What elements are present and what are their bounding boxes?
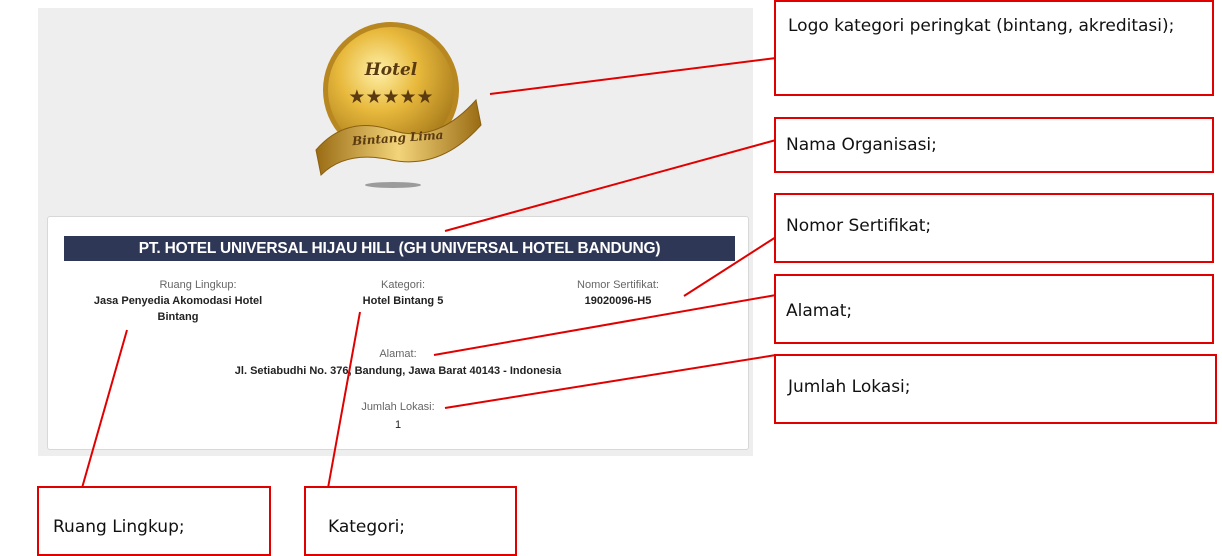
annotation-organization: Nama Organisasi;	[774, 117, 1214, 173]
leader-logo	[489, 57, 777, 95]
leader-certificate-number	[683, 236, 777, 297]
annotation-category: Kategori;	[304, 486, 517, 556]
leader-address	[433, 294, 777, 356]
annotation-scope: Ruang Lingkup;	[37, 486, 271, 556]
leader-organization	[444, 139, 777, 232]
leader-location-count	[444, 354, 777, 409]
annotation-certificate-number: Nomor Sertifikat;	[774, 193, 1214, 263]
leader-scope	[81, 329, 128, 489]
annotation-logo: Logo kategori peringkat (bintang, akredi…	[774, 0, 1214, 96]
annotation-location-count: Jumlah Lokasi;	[774, 354, 1217, 424]
leader-category	[327, 311, 361, 489]
annotation-address: Alamat;	[774, 274, 1214, 344]
